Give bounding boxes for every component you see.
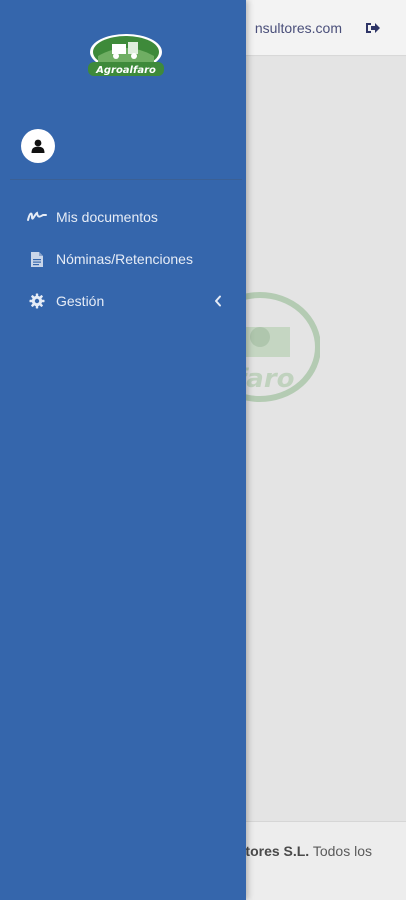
document-icon bbox=[26, 250, 48, 268]
user-icon bbox=[31, 139, 45, 153]
footer-company: tores S.L. bbox=[245, 843, 310, 859]
drawer-divider bbox=[10, 179, 242, 180]
user-profile-button[interactable] bbox=[21, 129, 55, 163]
footer-rights: Todos los bbox=[312, 843, 372, 859]
menu-item-label: Nóminas/Retenciones bbox=[56, 251, 193, 267]
menu-item-gestion[interactable]: Gestión bbox=[0, 280, 246, 322]
logout-icon bbox=[366, 23, 380, 33]
side-drawer: Agroalfaro Mis documentos Nóminas/Retenc… bbox=[0, 0, 246, 900]
menu-item-label: Mis documentos bbox=[56, 209, 158, 225]
gear-icon bbox=[26, 292, 48, 310]
menu-item-label: Gestión bbox=[56, 293, 105, 309]
logout-button[interactable] bbox=[362, 18, 384, 38]
svg-text:Agroalfaro: Agroalfaro bbox=[95, 65, 156, 76]
signature-icon bbox=[26, 208, 48, 226]
menu-item-mis-documentos[interactable]: Mis documentos bbox=[0, 196, 246, 238]
drawer-menu: Mis documentos Nóminas/Retenciones Gesti… bbox=[0, 196, 246, 322]
agroalfaro-logo[interactable]: Agroalfaro bbox=[86, 32, 166, 80]
menu-item-nominas[interactable]: Nóminas/Retenciones bbox=[0, 238, 246, 280]
chevron-left-icon bbox=[214, 280, 222, 322]
